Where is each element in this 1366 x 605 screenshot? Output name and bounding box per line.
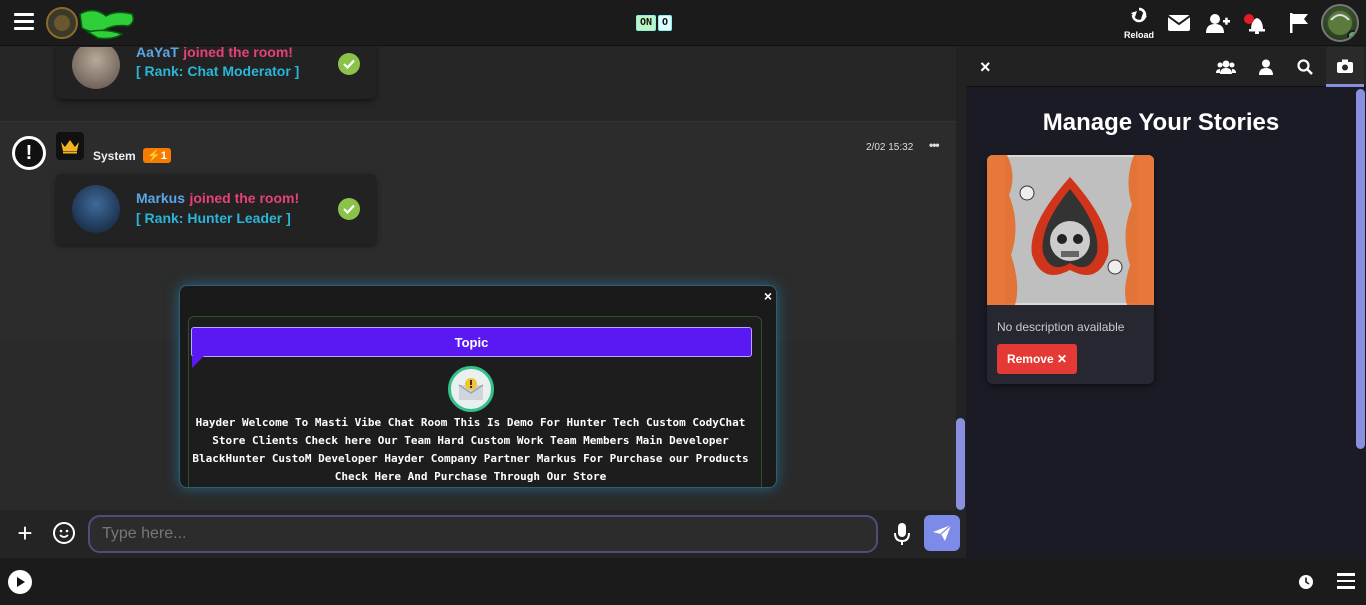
story-card: No description available Remove ✕: [987, 155, 1154, 384]
messages-icon[interactable]: [1166, 10, 1192, 36]
play-icon[interactable]: [8, 570, 32, 594]
search-icon: [1297, 59, 1313, 75]
bottom-bar: [0, 558, 1366, 605]
topic-popup: × Topic Hayder Welcome To Masti Vibe Cha…: [179, 285, 777, 488]
clock-icon[interactable]: [1298, 574, 1314, 590]
rank-label: [ Rank: Chat Moderator ]: [136, 63, 300, 79]
report-flag-icon[interactable]: [1286, 10, 1312, 36]
tab-users[interactable]: [1207, 47, 1245, 87]
topic-title-tail: [192, 356, 204, 368]
chat-message: AaYaT joined the room! [ Rank: Chat Mode…: [0, 47, 956, 121]
panel-title: Manage Your Stories: [1042, 109, 1280, 136]
chat-scrollbar[interactable]: [956, 418, 965, 510]
level-badge: ⚡1: [143, 148, 171, 163]
plus-icon[interactable]: +: [14, 520, 36, 546]
message-input[interactable]: [88, 515, 878, 553]
online-toggle[interactable]: ON O: [636, 15, 682, 31]
more-options-icon[interactable]: •••: [929, 138, 940, 152]
toggle-off-label: O: [658, 15, 673, 31]
envelope-alert-icon: [448, 366, 494, 412]
users-icon: [1216, 60, 1236, 74]
join-card: Markus joined the room! [ Rank: Hunter L…: [56, 174, 376, 244]
reload-icon: [1131, 7, 1147, 23]
reload-button[interactable]: Reload: [1118, 6, 1160, 40]
online-status-badge: [1347, 30, 1357, 40]
notifications-icon[interactable]: [1242, 10, 1268, 36]
story-image[interactable]: [987, 155, 1154, 305]
menu-icon[interactable]: [14, 13, 34, 31]
rank-label: [ Rank: Hunter Leader ]: [136, 210, 291, 226]
send-icon: [933, 524, 952, 541]
top-bar: ON O Reload: [0, 0, 1366, 46]
tab-search[interactable]: [1286, 47, 1324, 87]
message-timestamp: 2/02 15:32: [866, 142, 914, 153]
topic-title: Topic: [191, 327, 752, 357]
tab-profile[interactable]: [1247, 47, 1285, 87]
avatar[interactable]: [72, 47, 120, 89]
reload-label: Reload: [1123, 30, 1154, 40]
system-username[interactable]: System: [93, 149, 136, 163]
microphone-icon[interactable]: [893, 522, 911, 546]
site-logo[interactable]: [44, 4, 140, 42]
tab-stories[interactable]: [1326, 47, 1364, 87]
join-text: joined the room!: [183, 47, 293, 60]
crown-icon: [56, 132, 84, 160]
close-icon[interactable]: ×: [764, 288, 772, 304]
send-button[interactable]: [924, 515, 960, 551]
username[interactable]: AaYaT: [136, 47, 179, 60]
toggle-on-label: ON: [636, 15, 657, 31]
chat-input-bar: +: [0, 510, 966, 558]
avatar[interactable]: [72, 185, 120, 233]
check-icon: [338, 53, 360, 75]
panel-header: ×: [966, 47, 1366, 87]
camera-icon: [1337, 59, 1353, 73]
alert-icon: !: [12, 136, 46, 170]
stories-panel: × Manage Your Stories No description ava…: [966, 47, 1366, 558]
story-description: No description available: [997, 320, 1125, 334]
close-icon[interactable]: ×: [980, 57, 991, 78]
check-icon: [338, 198, 360, 220]
join-card: AaYaT joined the room! [ Rank: Chat Mode…: [56, 47, 376, 99]
join-text: joined the room!: [189, 190, 300, 206]
topic-text: Hayder Welcome To Masti Vibe Chat Room T…: [192, 416, 749, 483]
remove-story-button[interactable]: Remove ✕: [997, 344, 1077, 374]
emoji-icon[interactable]: [53, 522, 75, 544]
menu-icon[interactable]: [1337, 573, 1355, 589]
username[interactable]: Markus: [136, 190, 185, 206]
user-avatar[interactable]: [1321, 4, 1359, 42]
panel-scrollbar[interactable]: [1356, 89, 1365, 449]
user-icon: [1259, 59, 1273, 75]
add-friend-icon[interactable]: [1205, 10, 1231, 36]
